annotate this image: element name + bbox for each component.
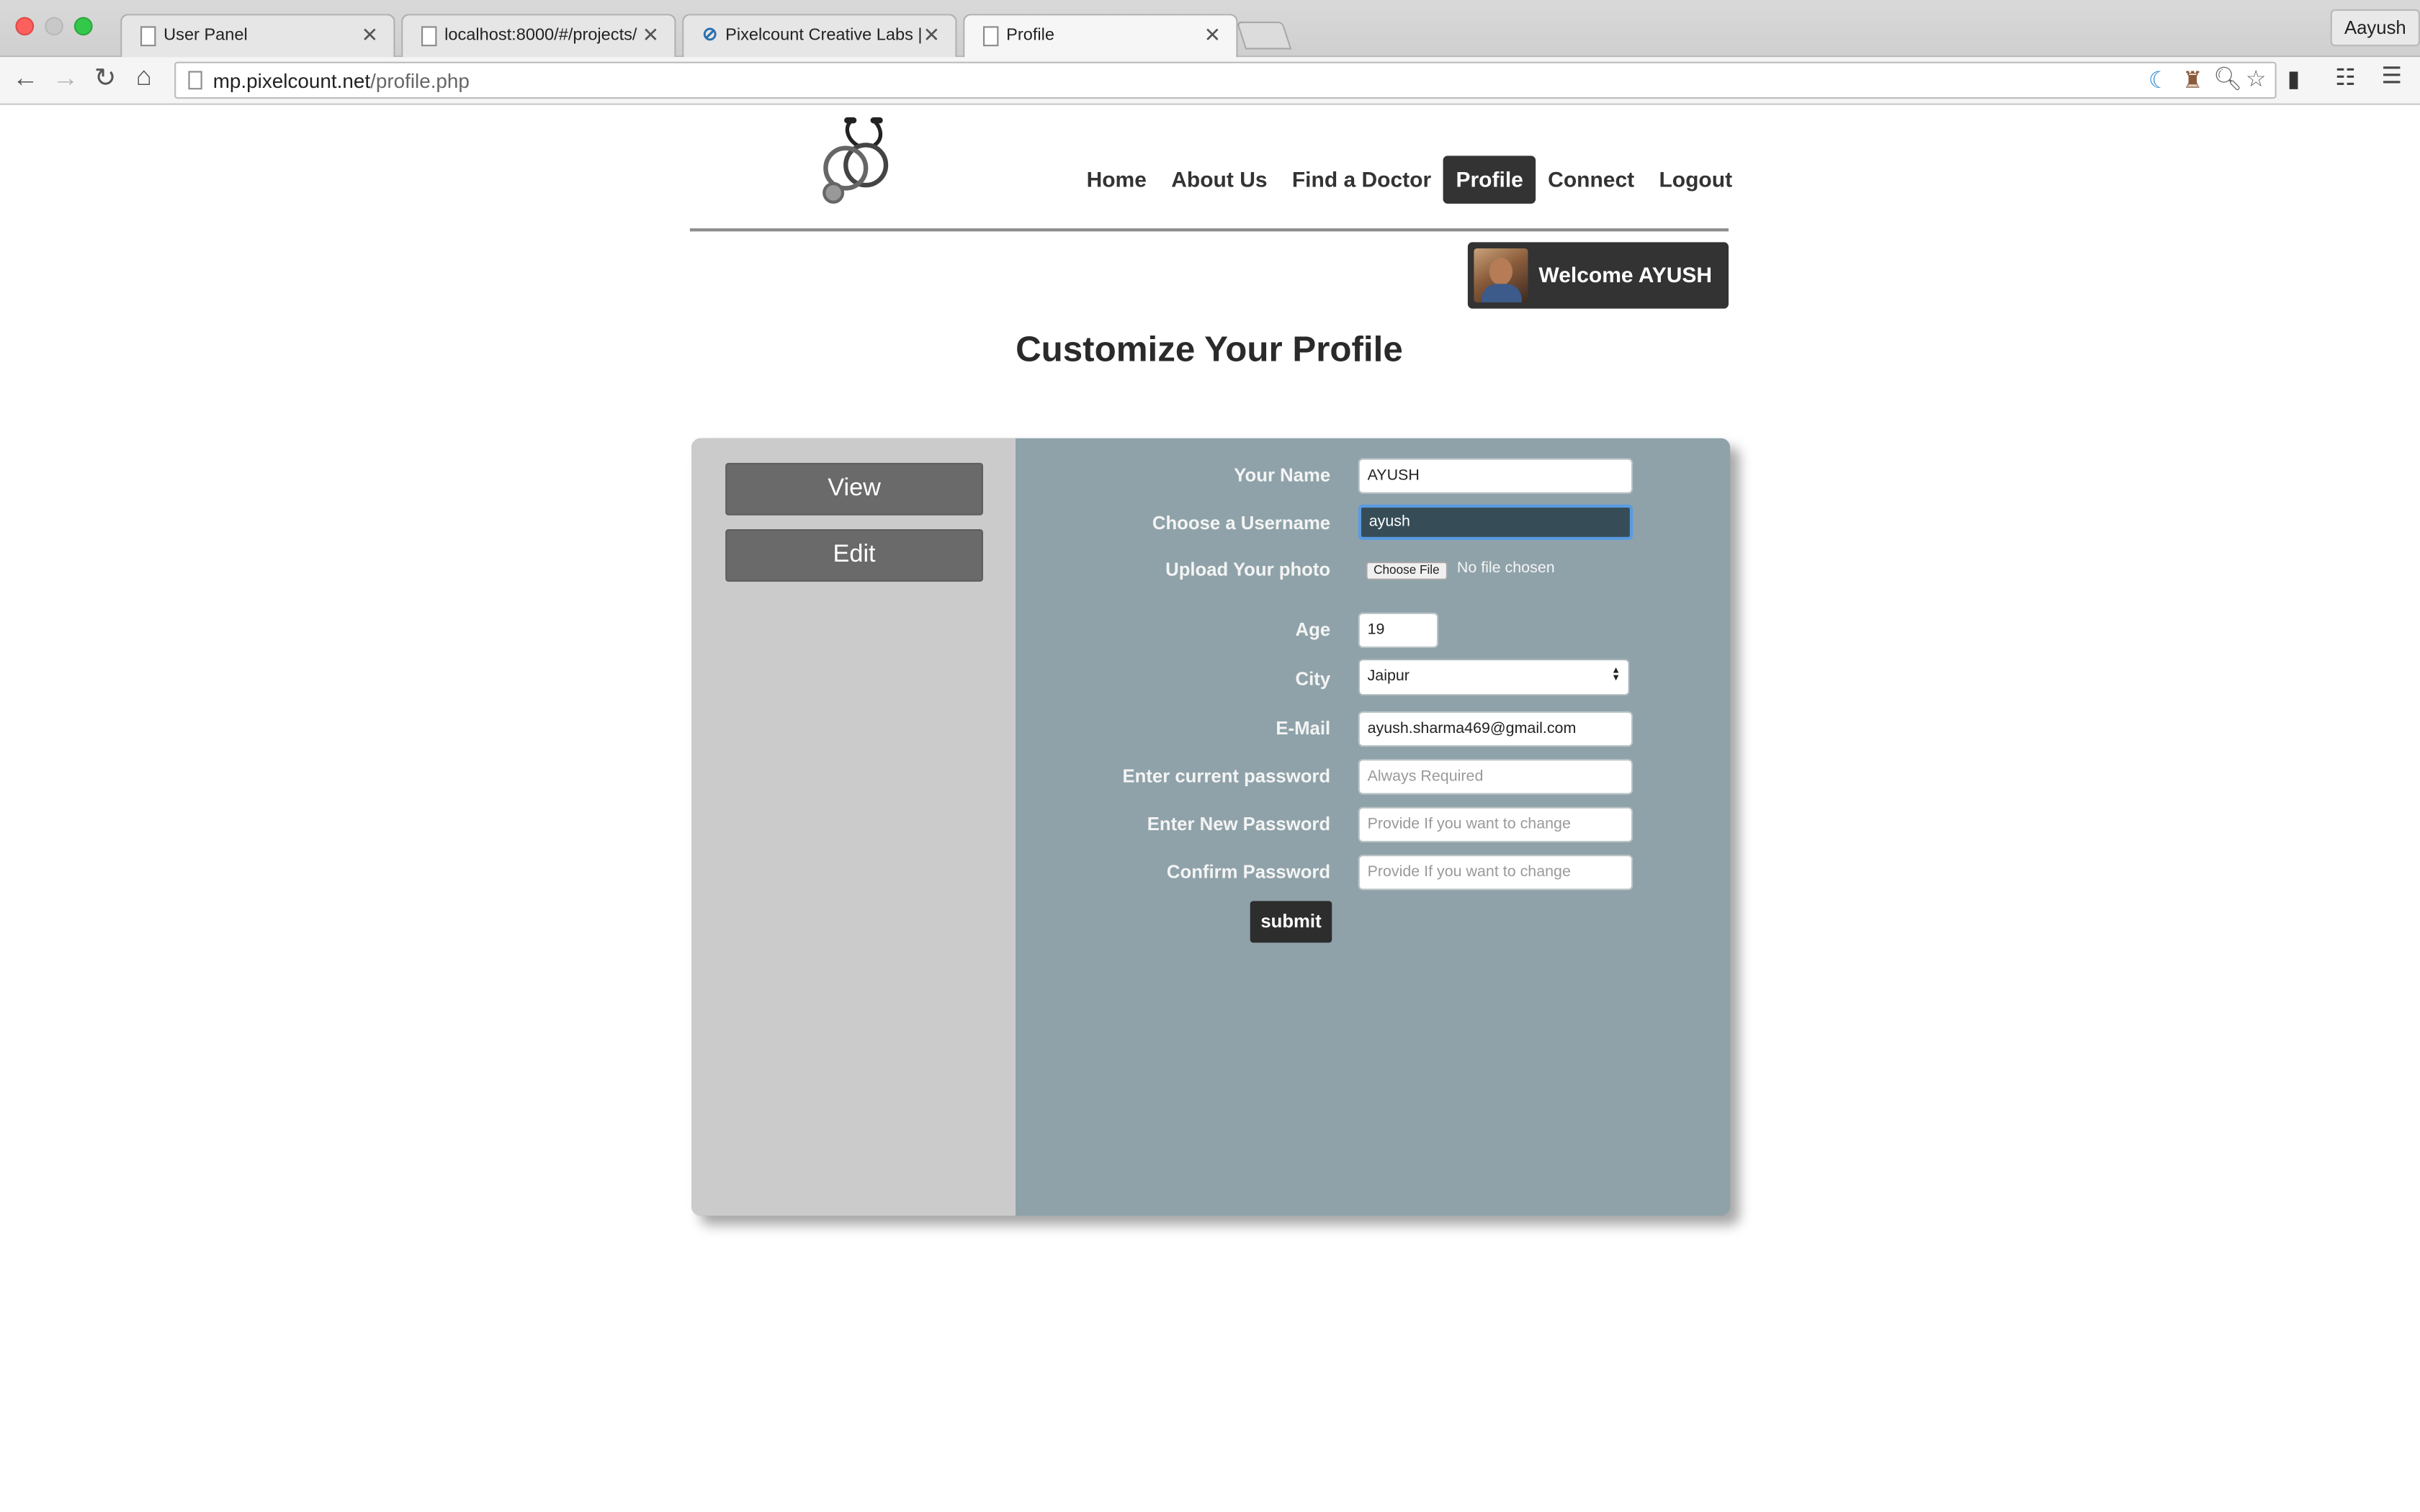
tab-title: Profile — [1006, 26, 1054, 45]
email-input[interactable]: ayush.sharma469@gmail.com — [1358, 711, 1634, 747]
tab-title: localhost:8000/#/projects/ — [444, 26, 637, 45]
avatar-face — [1489, 257, 1512, 286]
browser-toolbar: ← → ↻ ⌂ mp.pixelcount.net/profile.php ☾ … — [0, 57, 2420, 105]
current-password-input[interactable]: Always Required — [1358, 759, 1634, 795]
browser-profile-button[interactable]: Aayush — [2330, 9, 2420, 47]
browser-window: User Panel ✕ localhost:8000/#/projects/ … — [0, 0, 2420, 1512]
welcome-text: Welcome AYUSH — [1538, 262, 1713, 287]
page-icon — [421, 26, 437, 47]
zoom-icon[interactable]: 🔍︎ — [2213, 65, 2243, 92]
nav-about-us[interactable]: About Us — [1159, 156, 1280, 203]
close-icon[interactable]: ✕ — [362, 23, 378, 48]
close-icon[interactable]: ✕ — [1204, 23, 1221, 48]
forward-icon[interactable]: → — [53, 63, 79, 94]
menu-icon[interactable]: ☰ — [2381, 62, 2402, 89]
new-password-label: Enter New Password — [1147, 813, 1331, 835]
tab-user-panel[interactable]: User Panel ✕ — [120, 14, 395, 58]
url-path: /profile.php — [370, 69, 470, 93]
close-icon[interactable]: ✕ — [642, 23, 659, 48]
tab-profile[interactable]: Profile ✕ — [963, 14, 1238, 59]
photo-label: Upload Your photo — [1165, 558, 1331, 580]
moon-extension-icon[interactable]: ☾ — [2148, 66, 2169, 94]
reload-icon[interactable]: ↻ — [94, 63, 117, 94]
pixelcount-logo-icon: ⊘ — [702, 23, 718, 45]
window-maximize-button[interactable] — [73, 17, 93, 36]
close-icon[interactable]: ✕ — [923, 23, 940, 48]
main-navigation: Home About Us Find a Doctor Profile Conn… — [1074, 156, 1744, 204]
tab-title: User Panel — [163, 26, 248, 45]
bookmark-star-icon[interactable]: ☆ — [2246, 65, 2267, 92]
avatar-body — [1482, 284, 1522, 302]
extension-icon[interactable]: ☷ — [2335, 63, 2356, 91]
file-status-text: No file chosen — [1456, 559, 1555, 577]
choose-file-button[interactable]: Choose File — [1366, 562, 1448, 580]
page-icon — [140, 26, 156, 47]
extension-icon[interactable]: ♜ — [2182, 66, 2203, 94]
username-label: Choose a Username — [1152, 512, 1331, 534]
address-bar[interactable]: mp.pixelcount.net/profile.php ☾ ♜ 🔍︎ ☆ — [174, 61, 2277, 99]
url-host: mp.pixelcount.net — [212, 69, 371, 93]
profile-panel: View Edit Your Name AYUSH Choose a Usern… — [691, 438, 1731, 1216]
profile-sidebar: View Edit — [691, 438, 1016, 1216]
avatar — [1474, 248, 1528, 302]
nav-profile[interactable]: Profile — [1443, 156, 1536, 204]
submit-button[interactable]: submit — [1250, 901, 1332, 943]
page-icon — [983, 26, 999, 47]
age-label: Age — [1295, 618, 1331, 641]
back-icon[interactable]: ← — [12, 63, 38, 94]
window-minimize-button[interactable] — [45, 17, 63, 36]
current-password-label: Enter current password — [1122, 765, 1331, 787]
nav-connect[interactable]: Connect — [1536, 156, 1646, 203]
nav-logout[interactable]: Logout — [1646, 156, 1744, 203]
edit-button[interactable]: Edit — [725, 529, 983, 582]
tab-bar: User Panel ✕ localhost:8000/#/projects/ … — [0, 0, 2420, 59]
window-close-button[interactable] — [15, 17, 35, 36]
view-button[interactable]: View — [725, 462, 983, 516]
confirm-password-input[interactable]: Provide If you want to change — [1358, 855, 1634, 891]
city-selected-value: Jaipur — [1367, 667, 1410, 685]
city-label: City — [1295, 667, 1331, 690]
new-password-input[interactable]: Provide If you want to change — [1358, 806, 1634, 842]
city-select[interactable]: Jaipur ▲ ▼ — [1358, 659, 1630, 696]
select-arrows-icon: ▲ ▼ — [1611, 666, 1621, 684]
confirm-password-label: Confirm Password — [1166, 860, 1331, 883]
nav-find-a-doctor[interactable]: Find a Doctor — [1280, 156, 1444, 203]
age-input[interactable]: 19 — [1358, 612, 1439, 648]
url-text: mp.pixelcount.net/profile.php — [213, 69, 470, 92]
name-input[interactable]: AYUSH — [1358, 458, 1634, 494]
home-icon[interactable]: ⌂ — [136, 62, 152, 93]
device-extension-icon[interactable]: ▮ — [2287, 65, 2300, 92]
username-input[interactable]: ayush — [1358, 504, 1634, 540]
stethoscope-logo[interactable] — [813, 112, 897, 211]
page-title: Customize Your Profile — [1016, 328, 1403, 369]
tab-pixelcount[interactable]: ⊘ Pixelcount Creative Labs | ✕ — [682, 14, 957, 58]
header-divider — [689, 228, 1729, 232]
name-label: Your Name — [1234, 464, 1331, 486]
new-tab-button[interactable] — [1236, 22, 1292, 50]
tab-localhost[interactable]: localhost:8000/#/projects/ ✕ — [401, 14, 676, 58]
welcome-badge[interactable]: Welcome AYUSH — [1467, 242, 1729, 309]
page-icon — [188, 71, 202, 90]
email-label: E-Mail — [1276, 717, 1331, 739]
nav-home[interactable]: Home — [1074, 156, 1159, 203]
tab-title: Pixelcount Creative Labs | — [725, 26, 923, 45]
